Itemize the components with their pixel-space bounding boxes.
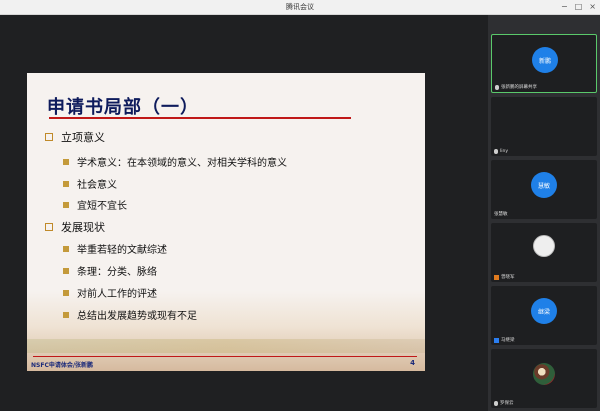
footer-divider bbox=[33, 356, 417, 357]
user-icon bbox=[494, 274, 499, 280]
avatar-image bbox=[533, 235, 555, 257]
square-bullet-icon bbox=[63, 245, 69, 252]
bullet-item: 对前人工作的评述 bbox=[63, 285, 157, 300]
minimize-icon[interactable]: − bbox=[561, 2, 568, 12]
participant-name: 马继梁 bbox=[501, 338, 515, 343]
participant-name: 罗保云 bbox=[500, 401, 514, 406]
square-bullet-icon bbox=[63, 289, 69, 296]
close-icon[interactable]: × bbox=[589, 2, 596, 12]
slide-page-number: 4 bbox=[410, 359, 415, 367]
avatar: 继梁 bbox=[531, 298, 557, 324]
avatar-image bbox=[533, 363, 555, 385]
window-title: 腾讯会议 bbox=[286, 3, 314, 11]
box-bullet-icon bbox=[45, 133, 53, 141]
window-titlebar: 腾讯会议 − □ × bbox=[0, 0, 600, 15]
square-bullet-icon bbox=[63, 201, 69, 208]
mic-icon bbox=[494, 400, 498, 406]
user-icon bbox=[494, 337, 499, 343]
participant-tile[interactable]: liny bbox=[491, 97, 597, 156]
square-bullet-icon bbox=[63, 158, 69, 165]
window-controls: − □ × bbox=[561, 2, 596, 12]
participant-name: 曾晓军 bbox=[501, 275, 515, 280]
square-bullet-icon bbox=[63, 267, 69, 274]
bullet-item: 条理：分类、脉络 bbox=[63, 263, 157, 278]
section-heading: 立项意义 bbox=[45, 129, 105, 145]
square-bullet-icon bbox=[63, 180, 69, 187]
section-heading: 发展现状 bbox=[45, 219, 105, 235]
participant-tile[interactable]: 罗保云 bbox=[491, 349, 597, 408]
slide-background bbox=[27, 291, 425, 371]
bullet-item: 学术意义：在本领域的意义、对相关学科的意义 bbox=[63, 154, 287, 169]
participant-tile[interactable]: 慧敏 张慧敏 bbox=[491, 160, 597, 219]
slide-footer: NSFC申请体会/张新鹏 bbox=[31, 362, 94, 369]
title-divider bbox=[49, 117, 351, 119]
bullet-item: 宜短不宜长 bbox=[63, 197, 127, 212]
participant-name: liny bbox=[500, 149, 509, 154]
participant-tile[interactable]: 曾晓军 bbox=[491, 223, 597, 282]
avatar: 新鹏 bbox=[532, 47, 558, 73]
slide-decoration bbox=[27, 339, 425, 353]
box-bullet-icon bbox=[45, 223, 53, 231]
mic-icon bbox=[494, 149, 498, 154]
participant-tile[interactable]: 新鹏 张新鹏的屏幕共享 bbox=[491, 34, 597, 93]
bullet-item: 举重若轻的文献综述 bbox=[63, 241, 167, 256]
presentation-slide: 申请书局部（一） 立项意义 学术意义：在本领域的意义、对相关学科的意义 社会意义… bbox=[27, 73, 425, 371]
participant-name: 张慧敏 bbox=[494, 212, 508, 217]
avatar: 慧敏 bbox=[531, 172, 557, 198]
slide-title: 申请书局部（一） bbox=[47, 97, 199, 118]
participant-name: 张新鹏的屏幕共享 bbox=[501, 85, 537, 90]
maximize-icon[interactable]: □ bbox=[575, 2, 583, 12]
bullet-item: 总结出发展趋势或现有不足 bbox=[63, 307, 197, 322]
screen-share-icon bbox=[495, 84, 499, 90]
square-bullet-icon bbox=[63, 311, 69, 318]
participant-tile[interactable]: 继梁 马继梁 bbox=[491, 286, 597, 345]
bullet-item: 社会意义 bbox=[63, 176, 117, 191]
